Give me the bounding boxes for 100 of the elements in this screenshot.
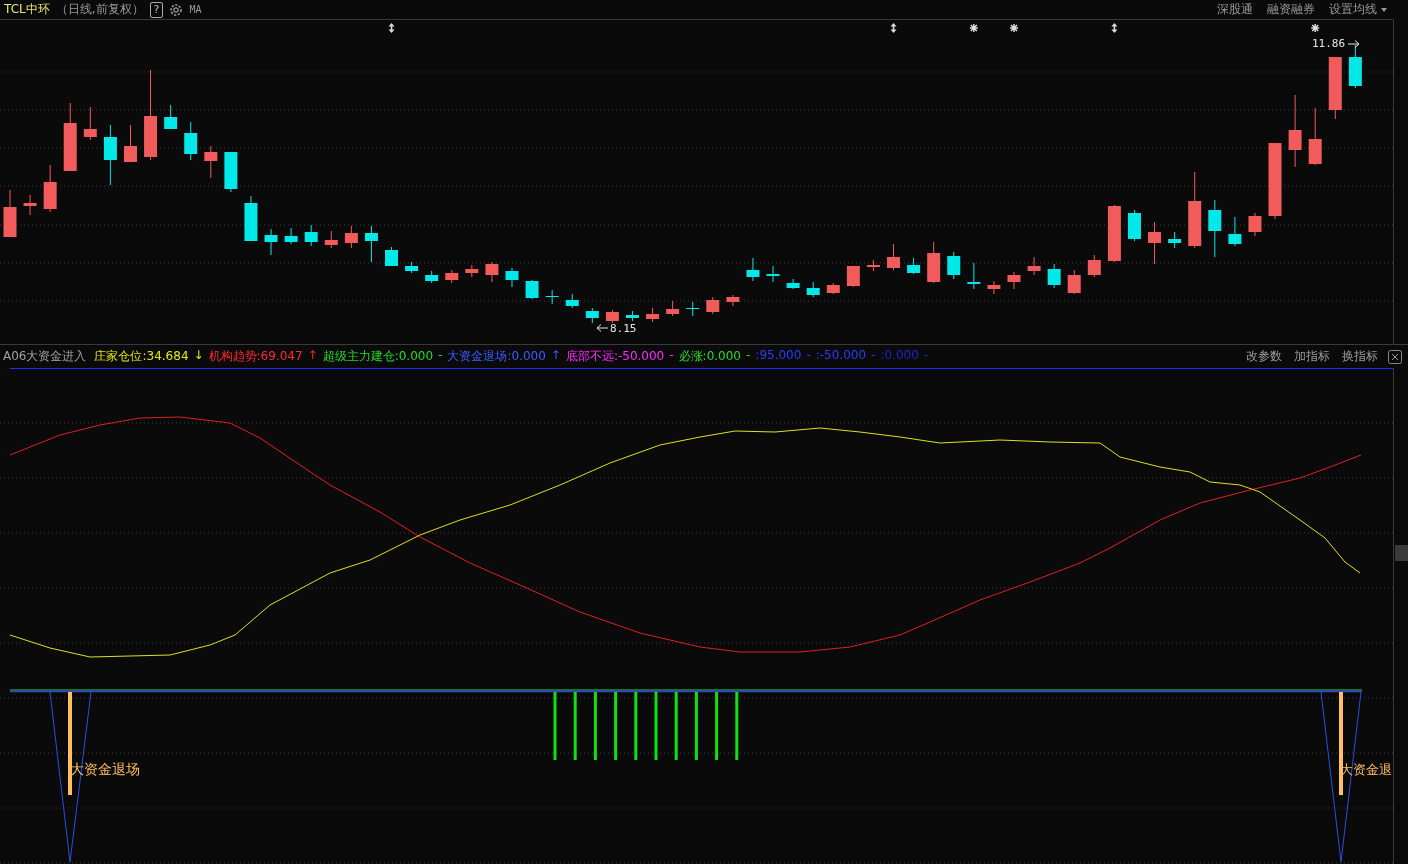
indicator-value: 机构趋势:69.047 (208, 348, 303, 365)
trend-marker: - (438, 348, 443, 364)
candle (1107, 204, 1121, 263)
candle (1248, 212, 1262, 237)
candle (1128, 209, 1141, 242)
candle (646, 307, 660, 323)
trend-marker: ↑ (550, 348, 561, 364)
arrow-icon (596, 324, 609, 332)
candle (987, 280, 1001, 295)
candle (43, 164, 57, 213)
candle (605, 309, 619, 324)
candle (927, 241, 941, 284)
double-arrow-icon (1111, 23, 1118, 33)
candle (204, 145, 218, 179)
candle (1228, 216, 1242, 247)
indicator-value: 底部不远:-50.000 (565, 348, 665, 365)
candle (846, 265, 860, 288)
candle (545, 289, 559, 305)
caret-icon (1381, 7, 1387, 12)
candle (826, 282, 840, 295)
double-arrow-icon (890, 23, 897, 33)
indicator-value: 庄家仓位:34.684 (94, 348, 189, 365)
close-button[interactable] (1388, 349, 1402, 364)
toolbar-link[interactable]: 深股通 (1217, 1, 1253, 18)
signal-bar (573, 692, 577, 760)
indicator-value: :-50.000 (815, 348, 867, 364)
candle (505, 267, 519, 288)
candle (284, 227, 298, 245)
indicator-name: A06大资金进入 (3, 348, 87, 365)
asterisk-icon (1009, 23, 1019, 33)
candle (405, 261, 419, 274)
trend-marker: - (871, 348, 876, 364)
candle (1348, 44, 1362, 89)
signal-bar (634, 692, 638, 760)
candle (967, 262, 981, 290)
period-label: （日线,前复权） (55, 1, 144, 18)
asterisk-icon (969, 23, 979, 33)
candle (565, 293, 579, 309)
settings-icon[interactable] (169, 2, 184, 17)
candle (63, 102, 77, 172)
candle (1328, 56, 1342, 120)
indicator-button[interactable]: 改参数 (1246, 348, 1282, 365)
candle (385, 246, 398, 267)
candle (1087, 254, 1101, 278)
candle (726, 294, 740, 307)
candle (1067, 269, 1081, 295)
candle (907, 257, 921, 275)
candle (3, 189, 17, 238)
signal-bar (614, 692, 618, 760)
candle (1308, 107, 1322, 166)
candle (184, 121, 198, 161)
signal-bar (735, 692, 739, 760)
toolbar-link[interactable]: 设置均线 (1329, 1, 1387, 18)
toolbar-link[interactable]: 融资融券 (1267, 1, 1315, 18)
candle (947, 251, 961, 280)
candle (364, 225, 378, 263)
candle (124, 124, 137, 163)
candle (485, 261, 499, 283)
candle (324, 230, 338, 249)
ma-label[interactable]: MA (189, 4, 202, 15)
signal-bar (654, 692, 658, 760)
candle (1168, 231, 1182, 249)
double-arrow-icon (388, 23, 395, 33)
candle (806, 281, 820, 298)
indicator-button[interactable]: 加指标 (1294, 348, 1330, 365)
high-price-label: 11.86 (1312, 37, 1346, 50)
trend-marker: - (669, 348, 674, 364)
indicator-button[interactable]: 换指标 (1342, 348, 1378, 365)
candle (746, 257, 760, 282)
candle (666, 300, 680, 317)
candle (1208, 199, 1222, 258)
candle (103, 124, 117, 186)
help-button[interactable]: ? (149, 1, 164, 18)
candle (445, 269, 459, 284)
indicator-value: 大资金退场:0.000 (447, 348, 546, 365)
indicator-value: 必涨:0.000 (678, 348, 741, 365)
arrow-icon (1347, 40, 1360, 48)
candle (525, 279, 539, 300)
signal-bar (674, 692, 678, 760)
trend-marker: - (746, 348, 751, 364)
stock-name: TCL中环 (4, 1, 50, 18)
candle (224, 151, 238, 193)
candle (706, 296, 720, 315)
scrollbar-thumb[interactable] (1395, 545, 1408, 561)
candle (866, 259, 880, 272)
candle (164, 104, 178, 130)
candle (1148, 221, 1162, 265)
low-price-label: 8.15 (610, 322, 637, 335)
candle (786, 278, 800, 290)
trend-marker: - (923, 348, 929, 364)
candle (766, 265, 780, 283)
candle (1007, 271, 1021, 290)
trend-marker: ↓ (193, 348, 204, 364)
candle (304, 224, 318, 247)
candle (1047, 263, 1061, 289)
candle (425, 270, 439, 284)
indicator-value: :95.000 (755, 348, 802, 364)
trend-marker: ↑ (307, 348, 318, 364)
indicator-value: :0.000 (880, 348, 919, 364)
asterisk-icon (1310, 23, 1320, 33)
